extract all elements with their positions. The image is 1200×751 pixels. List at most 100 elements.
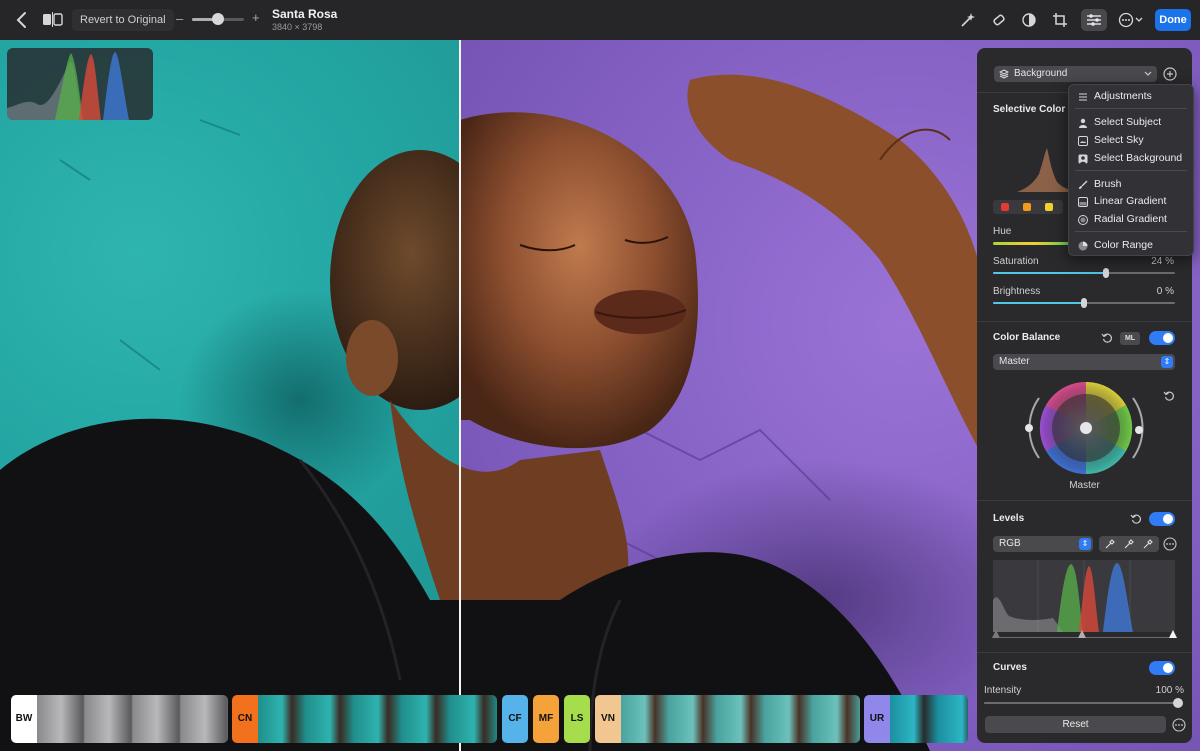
zoom-in-button[interactable]: + <box>252 10 260 25</box>
filter-chip-ur[interactable]: UR <box>864 695 890 743</box>
filter-group-ur[interactable]: UR <box>864 695 968 743</box>
menu-item-adjustments[interactable]: Adjustments <box>1069 88 1193 105</box>
hue-slider[interactable] <box>993 242 1073 245</box>
color-wheel-reset-icon[interactable] <box>1163 390 1175 402</box>
more-options-icon[interactable] <box>1117 9 1145 31</box>
menu-item-color-range[interactable]: Color Range <box>1069 237 1193 254</box>
compare-split-icon[interactable] <box>42 12 64 27</box>
color-balance-mode-label: Master <box>999 356 1030 367</box>
levels-gamma-handle[interactable] <box>1078 630 1086 638</box>
menu-separator <box>1075 231 1187 232</box>
brightness-slider[interactable] <box>993 298 1175 308</box>
mini-histogram <box>7 48 153 120</box>
back-chevron-icon[interactable] <box>14 11 30 29</box>
sphere-layers-icon[interactable] <box>1018 9 1040 31</box>
adjust-sliders-icon[interactable] <box>1081 9 1107 31</box>
filter-chip-bw[interactable]: BW <box>11 695 37 743</box>
brightness-value: 0 % <box>1156 286 1174 297</box>
levels-black-point-handle[interactable] <box>992 630 1000 638</box>
layer-select-label: Background <box>1014 68 1068 79</box>
menu-item-select-background[interactable]: Select Background <box>1069 150 1193 167</box>
curves-toggle[interactable] <box>1149 661 1175 675</box>
eyedropper-white-icon[interactable] <box>1143 539 1153 549</box>
compare-split-divider[interactable] <box>459 40 461 751</box>
saturation-label: Saturation <box>993 256 1039 267</box>
swatch-red[interactable] <box>1001 203 1009 211</box>
hue-label: Hue <box>993 226 1012 237</box>
filter-group-cf[interactable]: CF <box>502 695 528 743</box>
add-layer-icon[interactable] <box>1163 67 1177 81</box>
curves-title: Curves <box>993 662 1027 673</box>
levels-white-point-handle[interactable] <box>1169 630 1177 638</box>
brightness-label: Brightness <box>993 286 1041 297</box>
menu-item-select-subject[interactable]: Select Subject <box>1069 114 1193 131</box>
linear-gradient-icon <box>1078 197 1088 207</box>
reset-button[interactable]: Reset <box>985 716 1166 733</box>
filter-thumbnails-ur[interactable] <box>890 695 968 743</box>
ml-magic-icon[interactable] <box>957 9 979 31</box>
saturation-slider-fill <box>993 272 1106 274</box>
person-icon <box>1079 118 1087 128</box>
top-toolbar: Revert to Original – + Santa Rosa 3840 ×… <box>0 0 1200 40</box>
filter-thumbnails-vn[interactable] <box>621 695 860 743</box>
zoom-slider-knob[interactable] <box>212 13 224 25</box>
filter-chip-ls[interactable]: LS <box>564 695 590 743</box>
brightness-slider-knob[interactable] <box>1081 298 1087 308</box>
intensity-slider-knob[interactable] <box>1173 698 1183 708</box>
color-range-icon <box>1078 241 1088 251</box>
zoom-out-button[interactable]: – <box>176 11 183 26</box>
color-balance-toggle[interactable] <box>1149 331 1175 345</box>
add-layer-menu: Adjustments Select Subject Select Sky Se… <box>1068 84 1194 256</box>
done-button[interactable]: Done <box>1155 9 1191 31</box>
saturation-value: 24 % <box>1151 256 1174 267</box>
swatch-orange[interactable] <box>1023 203 1031 211</box>
panel-separator <box>977 500 1192 501</box>
revert-to-original-button[interactable]: Revert to Original <box>72 9 174 31</box>
menu-item-brush[interactable]: Brush <box>1069 176 1193 193</box>
levels-toggle[interactable] <box>1149 512 1175 526</box>
saturation-slider-knob[interactable] <box>1102 268 1109 278</box>
retouch-eraser-icon[interactable] <box>988 9 1010 31</box>
filter-chip-cn[interactable]: CN <box>232 695 258 743</box>
color-balance-title: Color Balance <box>993 332 1061 343</box>
filter-thumbnails-cn[interactable] <box>258 695 497 743</box>
filter-chip-vn[interactable]: VN <box>595 695 621 743</box>
intensity-slider[interactable] <box>984 698 1183 708</box>
levels-channel-select[interactable]: RGB ⇕ <box>993 536 1093 552</box>
updown-chevron-icon: ⇕ <box>1079 538 1091 550</box>
panel-more-icon[interactable] <box>1172 718 1186 732</box>
color-balance-reset-icon[interactable] <box>1101 332 1113 344</box>
intensity-value: 100 % <box>1155 685 1184 696</box>
levels-reset-icon[interactable] <box>1130 513 1142 525</box>
zoom-slider[interactable] <box>192 13 244 25</box>
menu-item-label: Select Sky <box>1094 134 1144 146</box>
panel-separator <box>977 321 1192 322</box>
menu-item-linear-gradient[interactable]: Linear Gradient <box>1069 193 1193 210</box>
filter-thumbnails-bw[interactable] <box>37 695 228 743</box>
swatch-yellow[interactable] <box>1045 203 1053 211</box>
levels-more-icon[interactable] <box>1163 537 1177 551</box>
filter-group-cn[interactable]: CN <box>232 695 497 743</box>
layer-select[interactable]: Background <box>994 66 1157 82</box>
saturation-slider[interactable] <box>993 268 1175 278</box>
intensity-slider-fill <box>984 702 1178 704</box>
document-dimensions: 3840 × 3798 <box>272 22 323 32</box>
crop-icon[interactable] <box>1049 9 1071 31</box>
menu-item-select-sky[interactable]: Select Sky <box>1069 132 1193 149</box>
color-wheel[interactable] <box>1019 378 1149 488</box>
color-balance-mode-select[interactable]: Master ⇕ <box>993 354 1175 370</box>
menu-item-radial-gradient[interactable]: Radial Gradient <box>1069 211 1193 228</box>
color-balance-ml-badge[interactable]: ML <box>1120 332 1140 345</box>
filter-group-ls[interactable]: LS <box>564 695 590 743</box>
filter-group-bw[interactable]: BW <box>11 695 228 743</box>
filter-chip-cf[interactable]: CF <box>502 695 528 743</box>
eyedropper-gray-icon[interactable] <box>1124 539 1134 549</box>
levels-channel-label: RGB <box>999 538 1021 549</box>
menu-separator <box>1075 170 1187 171</box>
filter-group-vn[interactable]: VN <box>595 695 860 743</box>
selective-color-title: Selective Color <box>993 104 1066 115</box>
filter-chip-mf[interactable]: MF <box>533 695 559 743</box>
panel-separator <box>977 652 1192 653</box>
filter-group-mf[interactable]: MF <box>533 695 559 743</box>
eyedropper-black-icon[interactable] <box>1105 539 1115 549</box>
